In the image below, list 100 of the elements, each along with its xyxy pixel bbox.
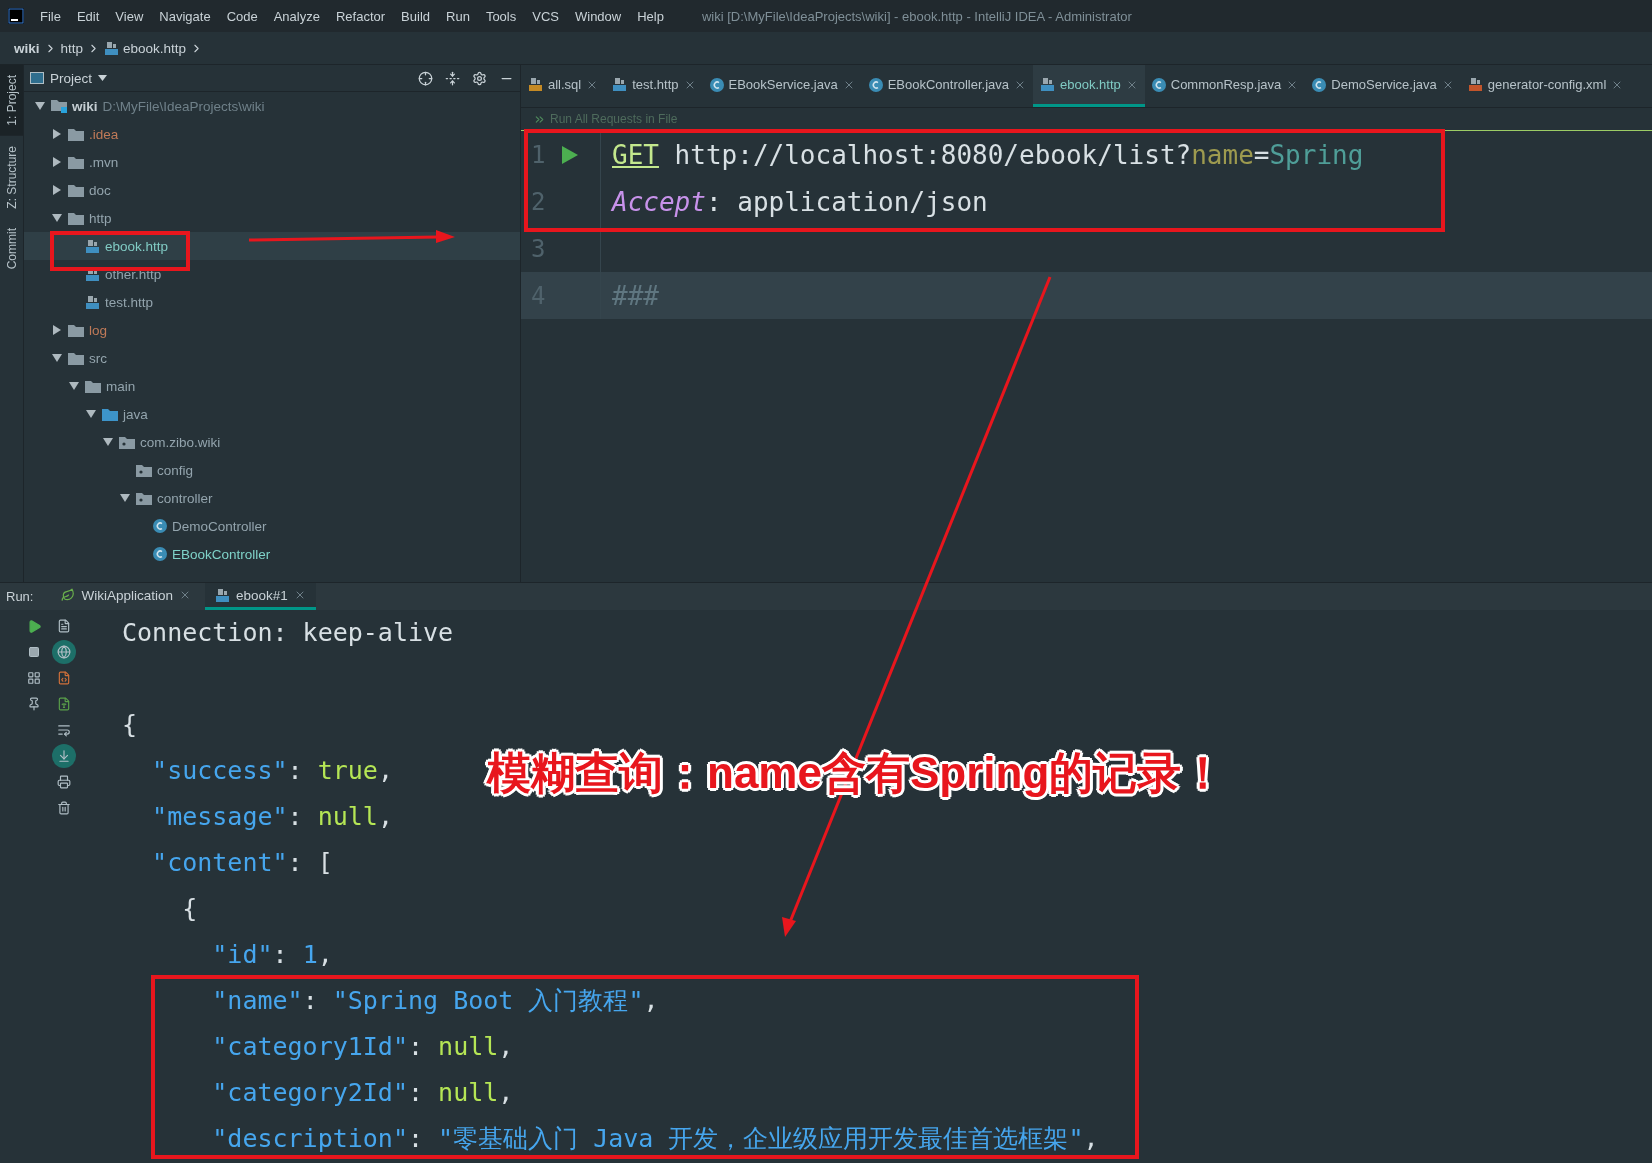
run-request-icon[interactable]	[561, 144, 579, 165]
expanded-arrow-icon[interactable]	[103, 437, 113, 447]
collapsed-arrow-icon[interactable]	[52, 185, 62, 195]
menu-item[interactable]: View	[107, 8, 152, 24]
api-file-icon	[85, 238, 100, 254]
tree-row[interactable]: log	[24, 316, 520, 344]
tree-item-label: DemoController	[172, 518, 267, 534]
output-line: "category1Id": null,	[211, 1031, 514, 1063]
tree-item-label: src	[89, 350, 107, 366]
output-line: {	[122, 709, 138, 741]
tree-row[interactable]: .idea	[24, 120, 520, 148]
wrap-icon	[57, 723, 71, 737]
tree-row[interactable]: com.zibo.wiki	[24, 428, 520, 456]
sql-file-icon	[528, 77, 543, 92]
output-line: "content": [	[151, 847, 333, 879]
tree-item-label: log	[89, 322, 107, 338]
output-line: "description": "零基础入门 Java 开发，企业级应用开发最佳首选框架",	[211, 1123, 1099, 1155]
collapsed-arrow-icon[interactable]	[52, 325, 62, 335]
settings-icon[interactable]	[472, 70, 487, 86]
breadcrumb-item[interactable]: ebook.http	[123, 40, 187, 56]
folder-icon	[85, 379, 101, 393]
menu-item[interactable]: Navigate	[151, 8, 219, 24]
close-icon[interactable]	[179, 589, 191, 601]
trash-icon	[57, 801, 71, 815]
tree-item-label: doc	[89, 182, 111, 198]
tree-row[interactable]: main	[24, 372, 520, 400]
collapsed-arrow-icon[interactable]	[52, 129, 62, 139]
tree-row[interactable]: other.http	[24, 260, 520, 288]
class-icon	[153, 547, 167, 561]
dropdown-caret-icon[interactable]	[98, 75, 108, 81]
editor-tab[interactable]: DemoService.java	[1305, 65, 1461, 107]
output-line: "message": null,	[151, 801, 393, 833]
code-line: ###	[611, 280, 659, 311]
tree-row[interactable]: .mvn	[24, 148, 520, 176]
editor-tab[interactable]: EBookController.java	[861, 65, 1034, 107]
expanded-arrow-icon[interactable]	[69, 381, 79, 391]
play-icon	[26, 618, 42, 634]
expanded-arrow-icon[interactable]	[120, 493, 130, 503]
globe-button[interactable]	[52, 640, 76, 664]
tree-row[interactable]: doc	[24, 176, 520, 204]
tool-window-tab[interactable]: 1: Project	[0, 65, 23, 136]
tree-row[interactable]: config	[24, 456, 520, 484]
expanded-arrow-icon[interactable]	[52, 353, 62, 363]
api-file-icon	[85, 294, 100, 310]
menu-item[interactable]: Run	[438, 8, 478, 24]
project-path: D:\MyFile\IdeaProjects\wiki	[102, 98, 265, 114]
editor-tab[interactable]: CommonResp.java	[1144, 65, 1306, 107]
api-file-icon	[215, 587, 230, 603]
scroll-down-button[interactable]	[52, 744, 76, 768]
tree-row[interactable]: src	[24, 344, 520, 372]
project-window-icon	[30, 72, 44, 84]
menu-item[interactable]: Analyze	[265, 8, 328, 24]
tree-row[interactable]: DemoController	[24, 512, 520, 540]
tree-row[interactable]: controller	[24, 484, 520, 512]
folder-icon	[68, 351, 84, 365]
editor-tab[interactable]: all.sql	[521, 65, 606, 107]
collapsed-arrow-icon[interactable]	[52, 157, 62, 167]
output-line: "name": "Spring Boot 入门教程",	[211, 985, 659, 1017]
output-line: "success": true,	[151, 755, 393, 787]
menu-item[interactable]: File	[32, 8, 69, 24]
panel-title[interactable]: Project	[50, 70, 93, 86]
output-line: Connection: keep-alive	[122, 617, 454, 649]
folder-icon	[68, 211, 84, 225]
class-icon	[709, 77, 724, 92]
menu-item[interactable]: Refactor	[327, 8, 394, 24]
tree-row[interactable]: EBookController	[24, 540, 520, 568]
editor-tab[interactable]: generator-config.xml	[1460, 65, 1631, 107]
tool-window-tab[interactable]: Z: Structure	[0, 135, 23, 219]
expanded-arrow-icon[interactable]	[35, 101, 45, 111]
editor-tab[interactable]: EBookService.java	[702, 65, 862, 107]
collapse-all-icon[interactable]	[445, 70, 460, 86]
module-folder-icon	[51, 99, 67, 113]
menu-item[interactable]: Code	[218, 8, 266, 24]
layout-icon	[27, 671, 41, 685]
api-file-icon	[612, 77, 628, 92]
tree-row[interactable]: wiki D:\MyFile\IdeaProjects\wiki	[24, 92, 520, 120]
run-tab[interactable]: WikiApplication	[51, 583, 201, 610]
xml-file-icon	[1467, 77, 1483, 92]
breadcrumb-item[interactable]: http	[60, 40, 84, 56]
expanded-arrow-icon[interactable]	[52, 213, 62, 223]
menu-item[interactable]: Tools	[477, 8, 525, 24]
menu-item[interactable]: VCS	[524, 8, 567, 24]
tree-item-label: main	[106, 378, 136, 394]
tree-row[interactable]: test.http	[24, 288, 520, 316]
folder-icon	[119, 435, 135, 449]
breadcrumb-item[interactable]: wiki	[14, 40, 40, 56]
stop-icon	[28, 646, 40, 658]
expanded-arrow-icon[interactable]	[86, 409, 96, 419]
run-tab[interactable]: ebook#1	[205, 583, 316, 610]
menu-item[interactable]: Build	[393, 8, 438, 24]
tree-row[interactable]: java	[24, 400, 520, 428]
crosshair-icon[interactable]	[418, 70, 433, 86]
menu-item[interactable]: Window	[566, 8, 630, 24]
tree-row[interactable]: http	[24, 204, 520, 232]
editor-tab[interactable]: ebook.http	[1033, 65, 1145, 107]
class-icon	[868, 77, 883, 92]
menu-item[interactable]: Edit	[68, 8, 108, 24]
tool-window-tab[interactable]: Commit	[0, 218, 23, 280]
editor-tab[interactable]: test.http	[605, 65, 703, 107]
menu-item[interactable]: Help	[629, 8, 672, 24]
